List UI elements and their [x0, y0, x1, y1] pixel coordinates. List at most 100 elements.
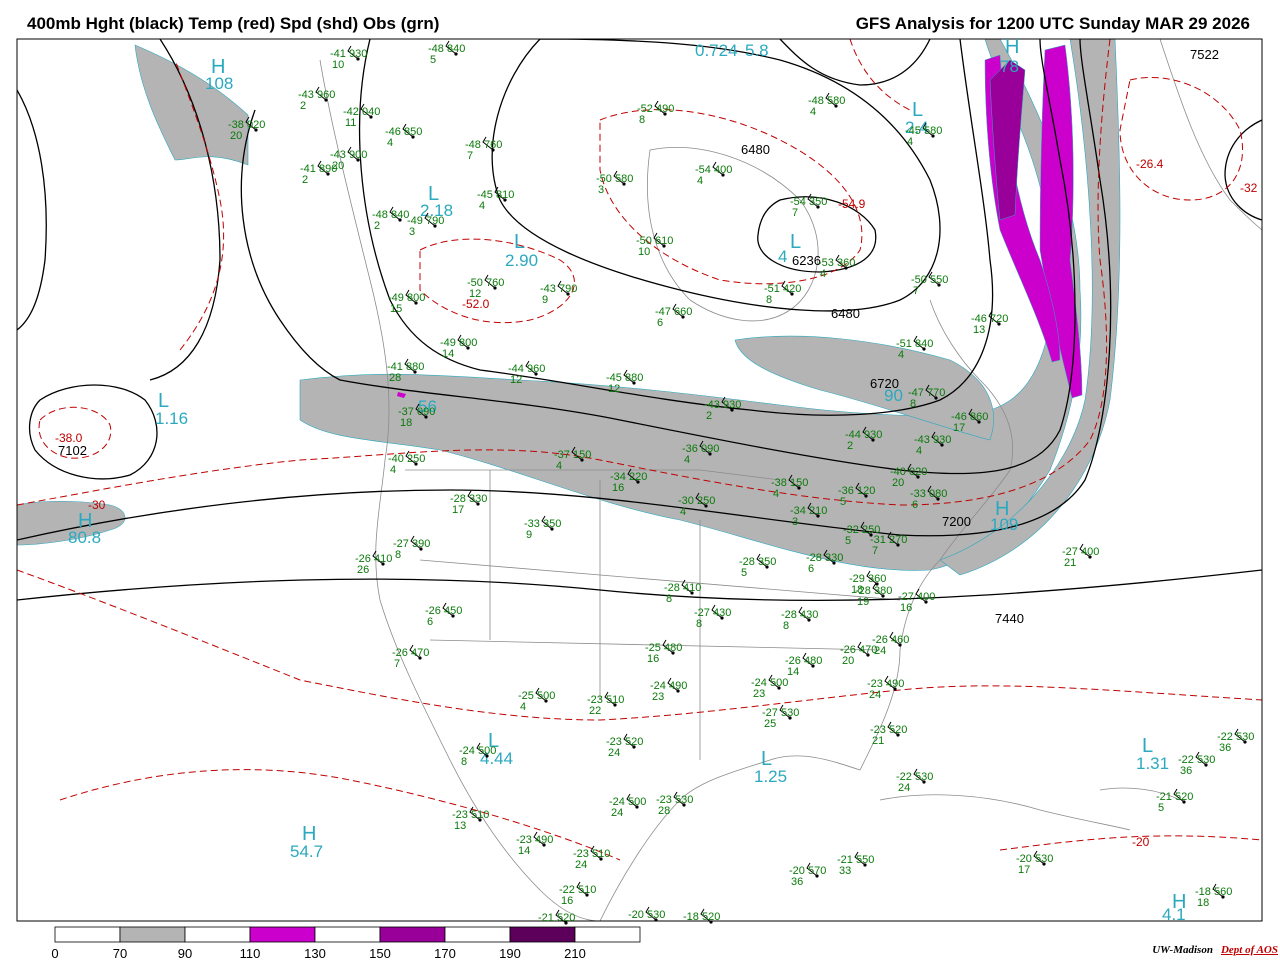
legend-tick: 110 — [240, 946, 261, 960]
station-dewpoint-depression: 24 — [874, 645, 886, 657]
station-plot: -20 57036 — [789, 862, 826, 888]
station-dewpoint-depression: 8 — [910, 398, 916, 410]
legend-bin-150-170 — [379, 926, 446, 943]
height-label: 7440 — [995, 611, 1024, 626]
station-plot: -23 49024 — [867, 675, 904, 701]
height-contour — [1224, 119, 1262, 221]
station-plot: -23 51022 — [587, 691, 624, 717]
station-plot: -26 4707 — [392, 644, 429, 670]
station-dewpoint-depression: 4 — [684, 454, 690, 466]
station-dewpoint-depression: 19 — [857, 596, 869, 608]
station-dewpoint-depression: 36 — [1180, 765, 1192, 777]
greenland-coast — [1159, 39, 1262, 231]
station-plot: -28 4308 — [781, 606, 818, 632]
station-dewpoint-depression: 17 — [953, 422, 965, 434]
station-dewpoint-depression: 14 — [518, 845, 530, 857]
station-plot: -24 50023 — [751, 674, 788, 700]
station-plot: -50 5507 — [911, 271, 948, 297]
center-value: 109 — [990, 515, 1018, 534]
station-dewpoint-depression: 5 — [1158, 802, 1164, 814]
legend-tick: 190 — [499, 946, 521, 960]
station-plot: -23 52024 — [606, 733, 643, 759]
temp-label: -32 — [1240, 181, 1258, 195]
station-dewpoint-depression: 17 — [452, 504, 464, 516]
legend-tick: 130 — [304, 946, 326, 960]
station-plot: -25 48016 — [645, 639, 682, 665]
station-plot: -48 8402 — [372, 206, 409, 232]
station-plot: -22 53036 — [1217, 728, 1254, 754]
station-dewpoint-depression: 13 — [973, 324, 985, 336]
station-dewpoint-depression: 4 — [907, 136, 913, 148]
center-letter: H — [1005, 36, 1019, 58]
station-dewpoint-depression: 10 — [638, 246, 650, 258]
station-plot: -26 48014 — [785, 652, 822, 678]
height-contour — [17, 89, 47, 331]
center-value: 2.90 — [505, 251, 538, 270]
station-plot: -27 40021 — [1062, 543, 1099, 569]
station-dewpoint-depression: 14 — [442, 348, 454, 360]
legend-tick: 150 — [369, 946, 391, 960]
credit-org: UW-Madison — [1152, 944, 1213, 956]
station-plot: -28 4108 — [664, 579, 701, 605]
station-dewpoint-depression: 26 — [357, 564, 369, 576]
legend-bin-70-90 — [119, 926, 186, 943]
station-dewpoint-depression: 4 — [916, 445, 922, 457]
station-plot: -41 8902 — [300, 160, 337, 186]
station-dewpoint-depression: 3 — [409, 226, 415, 238]
station-plot: -53 3604 — [818, 254, 855, 280]
station-plot: -22 51016 — [559, 881, 596, 907]
station-plot: -23 51024 — [573, 845, 610, 871]
station-dewpoint-depression: 6 — [912, 499, 918, 511]
center-letter: L — [514, 231, 525, 253]
station-plot: -28 33017 — [450, 490, 487, 516]
station-dewpoint-depression: 6 — [657, 317, 663, 329]
station-dewpoint-depression: 5 — [840, 496, 846, 508]
center-letter: L — [790, 231, 801, 253]
height-label: 7522 — [1190, 47, 1219, 62]
station-dewpoint-depression: 18 — [1197, 897, 1209, 909]
station-dewpoint-depression: 4 — [479, 200, 485, 212]
station-plot: -49 80015 — [388, 289, 425, 315]
station-plot: -21 5205 — [1156, 788, 1193, 814]
center-value: 108 — [205, 74, 233, 93]
station-dewpoint-depression: 7 — [913, 285, 919, 297]
station-plot: -27 4308 — [694, 604, 731, 630]
gulf-coast — [599, 559, 941, 921]
legend-tick: 0 — [51, 946, 58, 960]
station-dewpoint-depression: 4 — [680, 506, 686, 518]
station-plot: -21 520 — [538, 909, 575, 925]
station-plot: -50 61010 — [636, 232, 673, 258]
temp-contour — [1119, 76, 1244, 201]
station-dewpoint-depression: 3 — [598, 184, 604, 196]
height-contour — [17, 569, 1262, 602]
legend-tick: 70 — [113, 946, 127, 960]
legend-bin-170-190 — [444, 926, 511, 943]
height-contour — [779, 39, 931, 86]
station-dewpoint-depression: 10 — [332, 59, 344, 71]
station-plot: -48 5804 — [808, 92, 845, 118]
station-dewpoint-depression: 25 — [764, 718, 776, 730]
station-dewpoint-depression: 16 — [900, 602, 912, 614]
station-dewpoint-depression: 2 — [847, 440, 853, 452]
station-plot: -27 53025 — [762, 704, 799, 730]
station-dewpoint-depression: 4 — [520, 701, 526, 713]
station-dewpoint-depression: 33 — [839, 865, 851, 877]
station-dewpoint-depression: 2 — [300, 100, 306, 112]
legend-bin-110-130 — [249, 926, 316, 943]
station-plot: -43 9602 — [298, 86, 335, 112]
center-value: 80.8 — [68, 528, 101, 547]
station-plot: -20 53017 — [1016, 850, 1053, 876]
center-value: 5.8 — [745, 41, 769, 60]
station-plot: -45 8104 — [477, 186, 514, 212]
station-dewpoint-depression: 36 — [1219, 742, 1231, 754]
station-plot: -47 6606 — [655, 303, 692, 329]
center-value: 0.724 — [695, 41, 738, 60]
station-plot: -25 5004 — [518, 687, 555, 713]
station-dewpoint-depression: 14 — [787, 666, 799, 678]
us-state-line-4 — [419, 559, 901, 601]
legend-tick: 170 — [434, 946, 456, 960]
station-dewpoint-depression: 24 — [611, 807, 623, 819]
station-dewpoint-depression: 7 — [394, 658, 400, 670]
station-plot: -24 49023 — [650, 677, 687, 703]
station-temp-height: -21 520 — [538, 912, 575, 924]
